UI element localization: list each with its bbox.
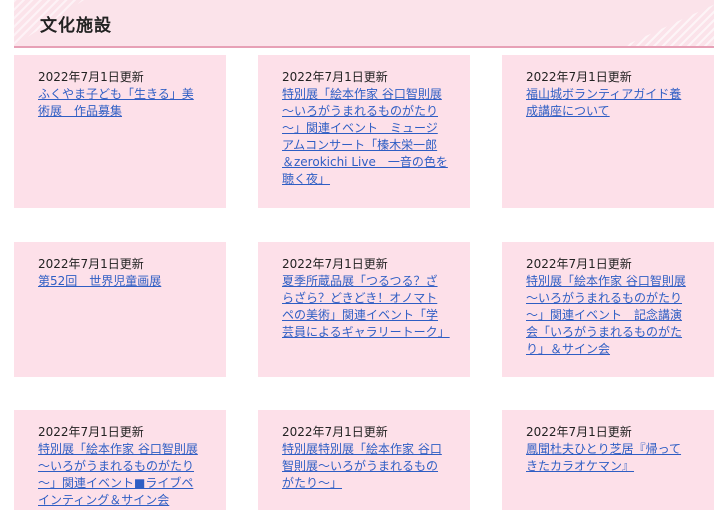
news-link[interactable]: 特別展特別展「絵本作家 谷口智則展～いろがうまれるものがたり～」 (282, 442, 442, 490)
news-card: 2022年7月1日更新 第52回 世界児童画展 (14, 242, 226, 377)
news-link[interactable]: 特別展「絵本作家 谷口智則展～いろがうまれるものがたり～」関連イベント■ライブペ… (38, 442, 198, 507)
section-header: 文化施設 (14, 0, 714, 48)
news-card: 2022年7月1日更新 特別展「絵本作家 谷口智則展～いろがうまれるものがたり～… (14, 410, 226, 510)
news-card: 2022年7月1日更新 鳳聞杜夫ひとり芝居『帰ってきたカラオケマン』 (502, 410, 714, 510)
news-card: 2022年7月1日更新 福山城ボランティアガイド養成講座について (502, 55, 714, 208)
news-card: 2022年7月1日更新 特別展特別展「絵本作家 谷口智則展～いろがうまれるものが… (258, 410, 470, 510)
update-date: 2022年7月1日更新 (282, 257, 388, 271)
update-date: 2022年7月1日更新 (282, 70, 388, 84)
update-date: 2022年7月1日更新 (38, 425, 144, 439)
news-link[interactable]: 第52回 世界児童画展 (38, 274, 161, 288)
header-stripe-decoration-right (624, 4, 714, 46)
section-title: 文化施設 (40, 16, 112, 36)
news-link[interactable]: 福山城ボランティアガイド養成講座について (526, 87, 681, 118)
update-date: 2022年7月1日更新 (38, 70, 144, 84)
news-link[interactable]: 夏季所蔵品展「つるつる？ざらざら？どきどき！オノマトペの美術」関連イベント「学芸… (282, 274, 450, 339)
news-link[interactable]: ふくやま子ども「生きる」美術展 作品募集 (38, 87, 194, 118)
update-date: 2022年7月1日更新 (526, 257, 632, 271)
news-link[interactable]: 鳳聞杜夫ひとり芝居『帰ってきたカラオケマン』 (526, 442, 681, 473)
update-date: 2022年7月1日更新 (526, 425, 632, 439)
news-card: 2022年7月1日更新 特別展「絵本作家 谷口智則展～いろがうまれるものがたり～… (502, 242, 714, 377)
news-card: 2022年7月1日更新 夏季所蔵品展「つるつる？ざらざら？どきどき！オノマトペの… (258, 242, 470, 377)
news-link[interactable]: 特別展「絵本作家 谷口智則展～いろがうまれるものがたり～」関連イベント ミュージ… (282, 87, 448, 186)
news-card: 2022年7月1日更新 ふくやま子ども「生きる」美術展 作品募集 (14, 55, 226, 208)
update-date: 2022年7月1日更新 (38, 257, 144, 271)
update-date: 2022年7月1日更新 (526, 70, 632, 84)
news-link[interactable]: 特別展「絵本作家 谷口智則展～いろがうまれるものがたり～」関連イベント 記念講演… (526, 274, 686, 356)
news-card: 2022年7月1日更新 特別展「絵本作家 谷口智則展～いろがうまれるものがたり～… (258, 55, 470, 208)
update-date: 2022年7月1日更新 (282, 425, 388, 439)
